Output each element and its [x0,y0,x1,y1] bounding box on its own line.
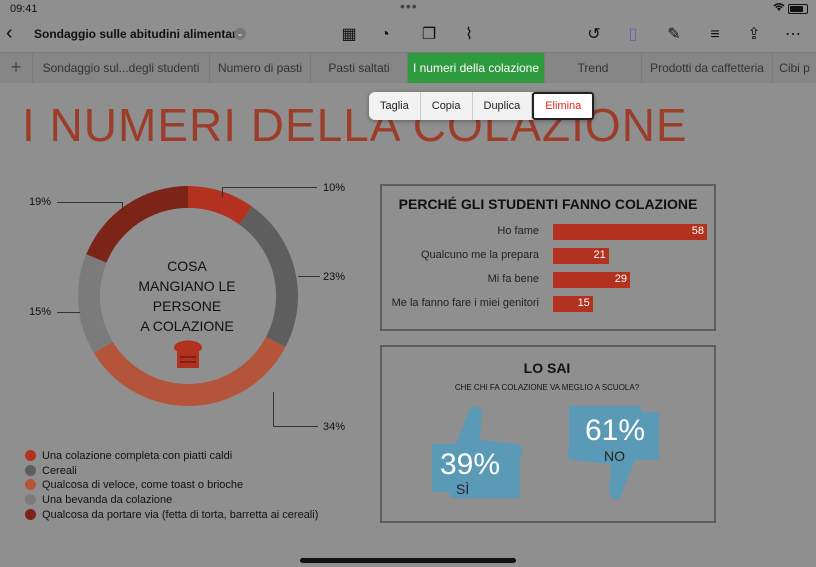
wifi-icon [772,2,786,15]
legend-item: Cereali [25,465,77,477]
no-percentage: 61% [585,414,646,447]
legend-text: Una colazione completa con piatti caldi [42,450,233,462]
legend-swatch [25,509,36,520]
tab-i-numeri-della-colazione[interactable]: I numeri della colazione [408,53,545,83]
bar-value-label: 15 [577,297,590,309]
no-label: NO [604,448,625,464]
multitasking-dots[interactable]: ••• [400,0,418,14]
clipboard-icon[interactable]: ▯ [622,24,644,46]
pct-label: 34% [323,421,346,433]
status-time: 09:41 [10,3,38,15]
legend-text: Una bevanda da colazione [42,494,173,506]
legend-swatch [25,465,36,476]
donut-center-text: COSA MANGIANO LE PERSONE A COLAZIONE [127,256,247,336]
bar-value-label: 29 [614,273,627,285]
sheet-tabs: + Sondaggio sul...degli studenti Numero … [0,52,816,84]
format-brush-icon[interactable]: ✎ [663,24,685,46]
bar-value-label: 58 [691,225,704,237]
toast-icon [174,340,202,368]
bar-category-label: Me la fanno fare i miei genitori [391,297,539,309]
cut-button[interactable]: Taglia [369,92,421,120]
leader-line [57,312,80,313]
attachment-icon[interactable]: ⌇ [458,24,480,46]
filter-icon[interactable]: ≡ [704,24,726,46]
reasons-title: PERCHÉ GLI STUDENTI FANNO COLAZIONE [398,196,698,212]
bar-category-label: Qualcuno me la prepara [420,249,539,261]
bar-value-label: 21 [593,249,606,261]
tab-cibi[interactable]: Cibi p [773,53,816,83]
delete-button[interactable]: Elimina [532,92,595,120]
legend-swatch [25,494,36,505]
share-icon[interactable]: ⇪ [743,24,765,46]
chevron-down-icon[interactable]: ⌄ [234,28,246,40]
donut-center-line: COSA [167,258,207,274]
legend-text: Qualcosa di veloce, come toast o brioche [42,479,244,491]
legend-text: Qualcosa da portare via (fetta di torta,… [42,509,319,521]
legend-text: Cereali [42,465,77,477]
pct-label: 15% [29,306,52,318]
document-title[interactable]: Sondaggio sulle abitudini alimentari [34,27,240,41]
copy-button[interactable]: Copia [421,92,473,120]
tab-prodotti-da-caffetteria[interactable]: Prodotti da caffetteria [642,53,773,83]
legend-item: Qualcosa di veloce, come toast o brioche [25,479,243,491]
tab-trend[interactable]: Trend [545,53,642,83]
legend-item: Una bevanda da colazione [25,494,172,506]
donut-center-line: MANGIANO LE [138,278,236,294]
back-icon[interactable]: ‹ [6,22,13,45]
pct-label: 23% [323,271,346,283]
pct-label: 10% [323,182,346,194]
pct-label: 19% [29,196,52,208]
legend-item: Una colazione completa con piatti caldi [25,450,232,462]
leader-line [298,276,320,277]
leader-line [57,202,123,203]
legend-item: Qualcosa da portare via (fetta di torta,… [25,509,318,521]
did-you-know-title: LO SAI [523,360,571,376]
leader-line [273,426,318,427]
leader-line [222,187,223,197]
yes-percentage: 39% [440,448,501,481]
leader-line [222,187,317,188]
yes-label: SÌ [456,481,470,497]
context-menu: Taglia Copia Duplica Elimina [369,92,595,120]
donut-center-line: PERSONE [152,298,222,314]
legend-swatch [25,479,36,490]
status-bar: 09:41 ••• [0,0,816,18]
home-indicator[interactable] [300,558,516,563]
tab-pasti-saltati[interactable]: Pasti saltati [311,53,408,83]
leader-line [273,392,274,426]
legend-swatch [25,450,36,461]
chart-icon[interactable]: ◔ [374,24,396,46]
leader-line [122,202,123,210]
toolbar: ‹ Sondaggio sulle abitudini alimentari ⌄… [0,18,816,52]
add-sheet-icon[interactable]: + [0,53,33,83]
bar-category-label: Ho fame [497,225,539,237]
duplicate-button[interactable]: Duplica [473,92,533,120]
tab-sondaggio[interactable]: Sondaggio sul...degli studenti [33,53,210,83]
tab-numero-di-pasti[interactable]: Numero di pasti [210,53,311,83]
shapes-icon[interactable]: ❐ [418,24,440,46]
table-icon[interactable]: ▦ [338,24,360,46]
more-icon[interactable]: ⋯ [782,24,804,46]
undo-icon[interactable]: ↺ [583,24,605,46]
battery-icon [788,4,808,14]
bar-category-label: Mi fa bene [487,273,539,285]
did-you-know-subtitle: CHE CHI FA COLAZIONE VA MEGLIO A SCUOLA? [454,383,640,392]
donut-center-line: A COLAZIONE [140,318,234,334]
